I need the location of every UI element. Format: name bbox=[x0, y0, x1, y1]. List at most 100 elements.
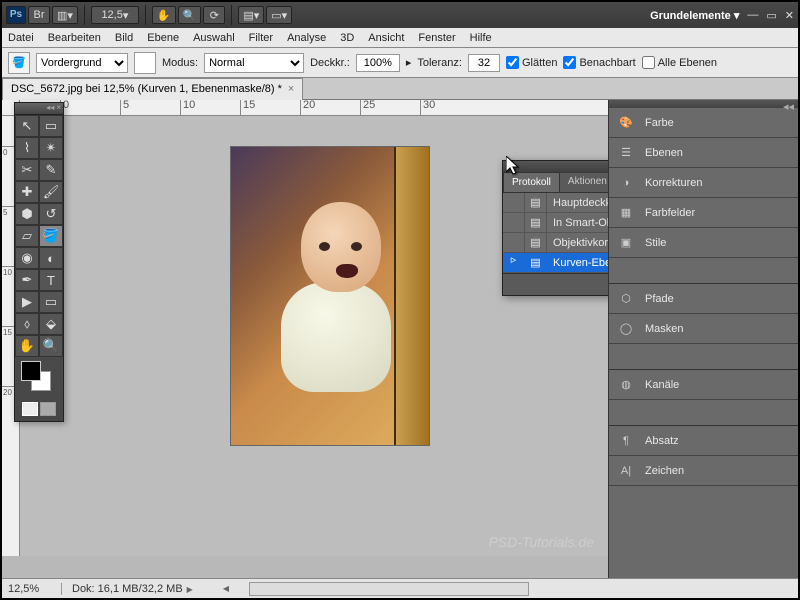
styles-icon: ▣ bbox=[617, 234, 635, 252]
menu-analysis[interactable]: Analyse bbox=[287, 32, 326, 44]
antialias-checkbox[interactable]: Glätten bbox=[506, 56, 557, 69]
arrange-docs-button[interactable]: ▤▾ bbox=[238, 6, 264, 24]
document-tab-strip: DSC_5672.jpg bei 12,5% (Kurven 1, Ebenen… bbox=[2, 78, 798, 100]
menu-edit[interactable]: Bearbeiten bbox=[48, 32, 101, 44]
horizontal-scrollbar[interactable] bbox=[249, 582, 529, 596]
lasso-tool[interactable]: ⌇ bbox=[15, 137, 39, 159]
dock-collapse-icon[interactable]: ◂◂ bbox=[783, 100, 794, 108]
menu-select[interactable]: Auswahl bbox=[193, 32, 235, 44]
fill-source-dropdown[interactable]: Vordergrund bbox=[36, 53, 128, 73]
path-select-tool[interactable]: ▶ bbox=[15, 291, 39, 313]
menu-layer[interactable]: Ebene bbox=[147, 32, 179, 44]
type-tool[interactable]: T bbox=[39, 269, 63, 291]
menu-window[interactable]: Fenster bbox=[418, 32, 455, 44]
channels-icon: ◍ bbox=[617, 376, 635, 394]
shape-tool[interactable]: ▭ bbox=[39, 291, 63, 313]
hand-tool-icon[interactable]: ✋ bbox=[152, 6, 176, 24]
pen-tool[interactable]: ✒ bbox=[15, 269, 39, 291]
move-tool[interactable]: ↖ bbox=[15, 115, 39, 137]
marquee-tool[interactable]: ▭ bbox=[39, 115, 63, 137]
menu-help[interactable]: Hilfe bbox=[470, 32, 492, 44]
adjustments-icon: ◑ bbox=[617, 174, 635, 192]
screen-mode-button[interactable]: ▭▾ bbox=[266, 6, 292, 24]
app-titlebar: Ps Br ▥▾ 12,5 ▾ ✋ 🔍 ⟳ ▤▾ ▭▾ Grundelement… bbox=[2, 2, 798, 28]
history-step-icon: ▤ bbox=[525, 193, 547, 212]
panel-farbfelder[interactable]: ▦Farbfelder bbox=[609, 198, 798, 228]
history-step-icon: ▤ bbox=[525, 253, 547, 272]
panel-kanaele[interactable]: ◍Kanäle bbox=[609, 370, 798, 400]
tab-close-icon[interactable]: × bbox=[288, 83, 294, 95]
blur-tool[interactable]: ◉ bbox=[15, 247, 39, 269]
opacity-label: Deckkr.: bbox=[310, 57, 350, 69]
watermark: PSD-Tutorials.de bbox=[488, 534, 594, 550]
crop-tool[interactable]: ✂ bbox=[15, 159, 39, 181]
paragraph-icon: ¶ bbox=[617, 432, 635, 450]
all-layers-checkbox[interactable]: Alle Ebenen bbox=[642, 56, 717, 69]
paint-bucket-tool[interactable]: 🪣 bbox=[39, 225, 63, 247]
panel-farbe[interactable]: 🎨Farbe bbox=[609, 108, 798, 138]
toolbox-collapse-icon[interactable]: ◂◂ bbox=[46, 103, 54, 114]
bridge-button[interactable]: Br bbox=[28, 6, 50, 24]
opacity-input[interactable] bbox=[356, 54, 400, 72]
eyedropper-tool[interactable]: ✎ bbox=[39, 159, 63, 181]
chevron-right-icon[interactable]: ▶ bbox=[187, 585, 193, 594]
paths-icon: ⬡ bbox=[617, 290, 635, 308]
3d-tool[interactable]: ⬨ bbox=[15, 313, 39, 335]
status-zoom-input[interactable]: 12,5% bbox=[2, 583, 62, 595]
menu-view[interactable]: Ansicht bbox=[368, 32, 404, 44]
color-swatches[interactable] bbox=[15, 357, 63, 397]
photoshop-window: Ps Br ▥▾ 12,5 ▾ ✋ 🔍 ⟳ ▤▾ ▭▾ Grundelement… bbox=[2, 2, 798, 598]
zoom-tool-icon[interactable]: 🔍 bbox=[178, 6, 202, 24]
tolerance-input[interactable] bbox=[468, 54, 500, 72]
layout-button[interactable]: ▥▾ bbox=[52, 6, 78, 24]
workspace-switcher[interactable]: Grundelemente ▾ bbox=[650, 9, 739, 22]
eraser-tool[interactable]: ▱ bbox=[15, 225, 39, 247]
minimize-icon[interactable]: — bbox=[747, 9, 758, 21]
toolbox-close-icon[interactable]: × bbox=[56, 103, 61, 114]
opacity-caret-icon[interactable]: ▸ bbox=[406, 56, 412, 69]
menu-image[interactable]: Bild bbox=[115, 32, 133, 44]
right-dock: ◂◂ 🎨Farbe ☰Ebenen ◑Korrekturen ▦Farbfeld… bbox=[608, 100, 798, 578]
document-canvas[interactable] bbox=[230, 146, 430, 446]
pattern-swatch[interactable] bbox=[134, 52, 156, 74]
panel-stile[interactable]: ▣Stile bbox=[609, 228, 798, 258]
heal-tool[interactable]: ✚ bbox=[15, 181, 39, 203]
zoom-tool[interactable]: 🔍 bbox=[39, 335, 63, 357]
panel-absatz[interactable]: ¶Absatz bbox=[609, 426, 798, 456]
active-tool-icon[interactable]: 🪣 bbox=[8, 52, 30, 74]
history-brush-tool[interactable]: ↺ bbox=[39, 203, 63, 225]
layers-icon: ☰ bbox=[617, 144, 635, 162]
workspace: 051015202530 05101520 PSD-Tutorials.de ◂… bbox=[2, 100, 798, 578]
toolbox-panel[interactable]: ◂◂× ↖▭ ⌇✴ ✂✎ ✚🖌 ⬢↺ ▱🪣 ◉◐ ✒T ▶▭ ⬨⬙ ✋🔍 bbox=[14, 102, 64, 422]
panel-korrekturen[interactable]: ◑Korrekturen bbox=[609, 168, 798, 198]
menu-file[interactable]: Datei bbox=[8, 32, 34, 44]
hand-tool[interactable]: ✋ bbox=[15, 335, 39, 357]
document-tab[interactable]: DSC_5672.jpg bei 12,5% (Kurven 1, Ebenen… bbox=[2, 78, 303, 100]
tab-protokoll[interactable]: Protokoll bbox=[503, 172, 560, 192]
close-icon[interactable]: ✕ bbox=[785, 9, 794, 22]
panel-masken[interactable]: ◯Masken bbox=[609, 314, 798, 344]
brush-tool[interactable]: 🖌 bbox=[39, 181, 63, 203]
panel-ebenen[interactable]: ☰Ebenen bbox=[609, 138, 798, 168]
status-docinfo[interactable]: Dok: 16,1 MB/32,2 MB▶ bbox=[62, 583, 203, 595]
menu-filter[interactable]: Filter bbox=[249, 32, 273, 44]
horizontal-ruler[interactable]: 051015202530 bbox=[20, 100, 608, 116]
quick-mask-toggle[interactable] bbox=[15, 397, 63, 421]
panel-pfade[interactable]: ⬡Pfade bbox=[609, 284, 798, 314]
scroll-left-icon[interactable]: ◀ bbox=[223, 584, 229, 593]
rotate-view-icon[interactable]: ⟳ bbox=[203, 6, 225, 24]
3d-camera-tool[interactable]: ⬙ bbox=[39, 313, 63, 335]
contiguous-checkbox[interactable]: Benachbart bbox=[563, 56, 635, 69]
tolerance-label: Toleranz: bbox=[417, 57, 462, 69]
zoom-level-dropdown[interactable]: 12,5 ▾ bbox=[91, 6, 139, 24]
dodge-tool[interactable]: ◐ bbox=[39, 247, 63, 269]
stamp-tool[interactable]: ⬢ bbox=[15, 203, 39, 225]
ps-logo-icon: Ps bbox=[6, 6, 26, 24]
blend-mode-dropdown[interactable]: Normal bbox=[204, 53, 304, 73]
maximize-icon[interactable]: ▭ bbox=[766, 9, 776, 22]
foreground-color[interactable] bbox=[21, 361, 41, 381]
quick-select-tool[interactable]: ✴ bbox=[39, 137, 63, 159]
panel-zeichen[interactable]: A|Zeichen bbox=[609, 456, 798, 486]
menubar: Datei Bearbeiten Bild Ebene Auswahl Filt… bbox=[2, 28, 798, 48]
menu-3d[interactable]: 3D bbox=[340, 32, 354, 44]
